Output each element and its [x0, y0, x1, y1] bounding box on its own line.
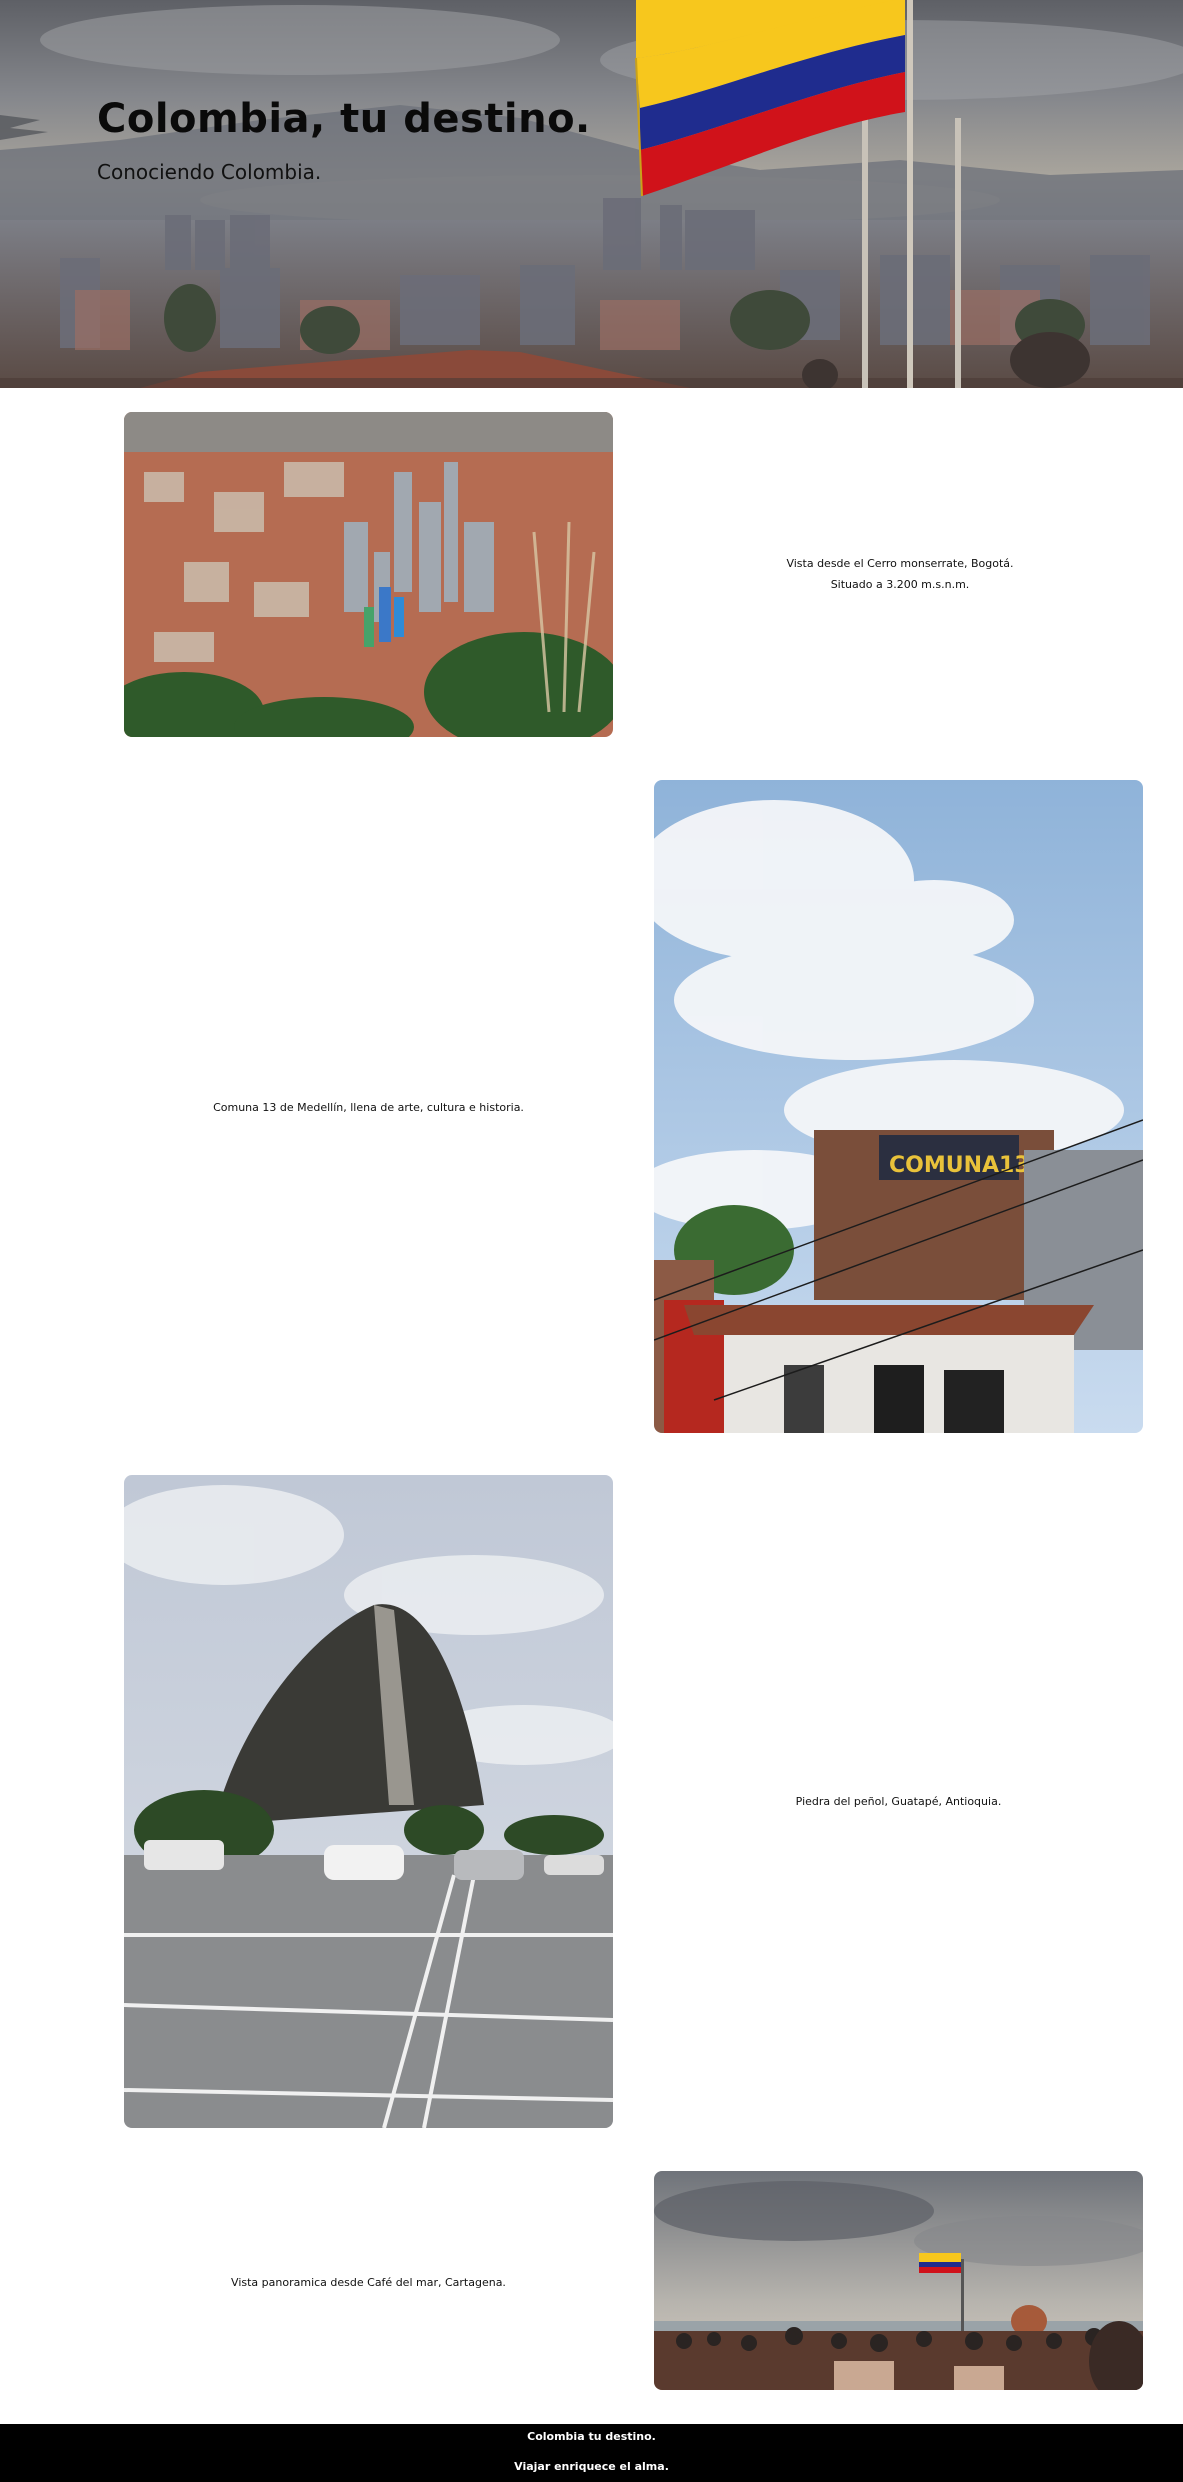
caption-comuna13-line1: Comuna 13 de Medellín, llena de arte, cu…: [213, 1101, 524, 1114]
caption-penol: Piedra del peñol, Guatapé, Antioquia.: [654, 1791, 1143, 1812]
footer: Colombia tu destino. Viajar enriquece el…: [0, 2424, 1183, 2482]
caption-bogota-line2: Situado a 3.200 m.s.n.m.: [830, 578, 970, 591]
footer-line2: Viajar enriquece el alma.: [514, 2460, 669, 2473]
caption-cartagena: Vista panoramica desde Café del mar, Car…: [124, 2272, 613, 2293]
hero-background-image: [0, 0, 1183, 388]
hero-title-rest: tu destino.: [325, 96, 591, 142]
photo-cartagena: [654, 2171, 1143, 2390]
comuna13-sign-text: COMUNA13: [889, 1153, 1030, 1178]
caption-penol-line1: Piedra del peñol, Guatapé, Antioquia.: [795, 1795, 1002, 1808]
hero-subtitle: Conociendo Colombia.: [97, 160, 322, 184]
bogota-aerial-image: [124, 412, 613, 737]
caption-bogota-line1: Vista desde el Cerro monserrate, Bogotá.: [786, 557, 1014, 570]
footer-line1: Colombia tu destino.: [527, 2430, 656, 2443]
comuna13-image: COMUNA13: [654, 780, 1143, 1433]
hero-title-bold: Colombia,: [97, 96, 326, 142]
caption-cartagena-line1: Vista panoramica desde Café del mar, Car…: [231, 2276, 506, 2289]
piedra-del-penol-image: [124, 1475, 613, 2128]
caption-comuna13: Comuna 13 de Medellín, llena de arte, cu…: [124, 1097, 613, 1118]
photo-bogota: [124, 412, 613, 737]
cartagena-panorama-image: [654, 2171, 1143, 2390]
photo-comuna13: COMUNA13: [654, 780, 1143, 1433]
hero-banner: Colombia, tu destino. Conociendo Colombi…: [0, 0, 1183, 388]
photo-penol: [124, 1475, 613, 2128]
caption-bogota: Vista desde el Cerro monserrate, Bogotá.…: [700, 553, 1100, 595]
hero-title: Colombia, tu destino.: [97, 96, 591, 142]
